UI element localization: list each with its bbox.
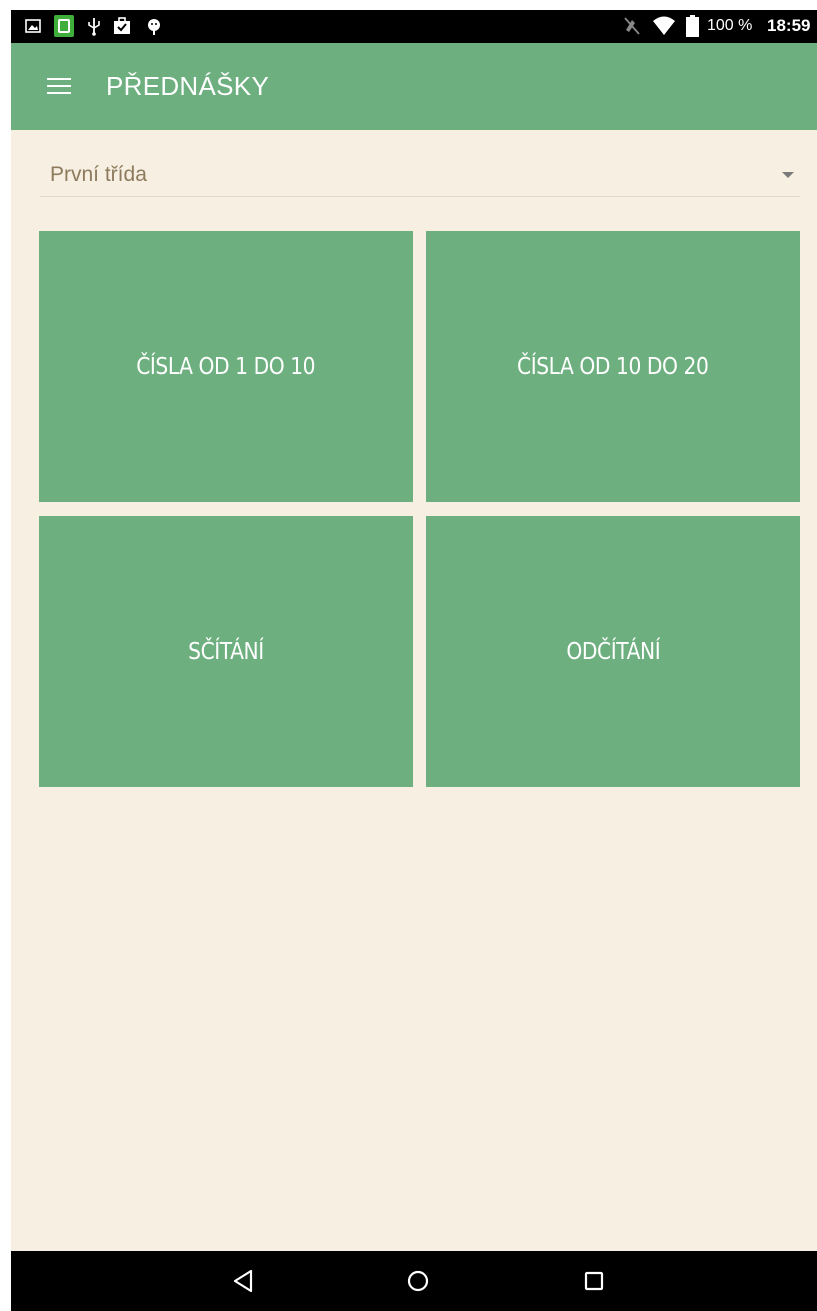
recents-icon[interactable] <box>578 1265 610 1297</box>
tile-numbers-1-10[interactable]: ČÍSLA OD 1 DO 10 <box>39 231 413 502</box>
usb-icon <box>88 18 100 36</box>
tile-label: ČÍSLA OD 10 DO 20 <box>517 353 709 380</box>
class-selector-dropdown[interactable]: První třída <box>40 156 800 197</box>
app-toolbar: PŘEDNÁŠKY <box>11 43 817 130</box>
battery-percent: 100 % <box>707 17 753 34</box>
tile-subtraction[interactable]: ODČÍTÁNÍ <box>426 516 800 787</box>
android-debug-icon <box>148 19 160 35</box>
tile-label: SČÍTÁNÍ <box>188 638 264 665</box>
clock: 18:59 <box>767 16 811 35</box>
wifi-icon <box>653 16 675 35</box>
dropdown-arrow-icon <box>782 172 794 178</box>
class-selector-value: První třída <box>50 163 147 186</box>
system-nav-bar <box>11 1251 817 1311</box>
status-bar: 100 % 18:59 <box>11 10 817 43</box>
tile-label: ČÍSLA OD 1 DO 10 <box>136 353 316 380</box>
battery-icon <box>686 15 699 37</box>
tile-addition[interactable]: SČÍTÁNÍ <box>39 516 413 787</box>
app-screen: 100 % 18:59 PŘEDNÁŠKY První třída ČÍSLA … <box>11 10 817 1311</box>
page-title: PŘEDNÁŠKY <box>106 71 270 101</box>
home-icon[interactable] <box>402 1265 434 1297</box>
back-icon[interactable] <box>227 1265 259 1297</box>
mute-icon <box>624 17 640 35</box>
gallery-icon <box>25 19 41 33</box>
hamburger-menu-icon[interactable] <box>47 76 71 96</box>
briefcase-icon <box>114 17 130 34</box>
tile-label: ODČÍTÁNÍ <box>566 638 660 665</box>
app-notification-icon <box>54 15 74 37</box>
tile-numbers-10-20[interactable]: ČÍSLA OD 10 DO 20 <box>426 231 800 502</box>
